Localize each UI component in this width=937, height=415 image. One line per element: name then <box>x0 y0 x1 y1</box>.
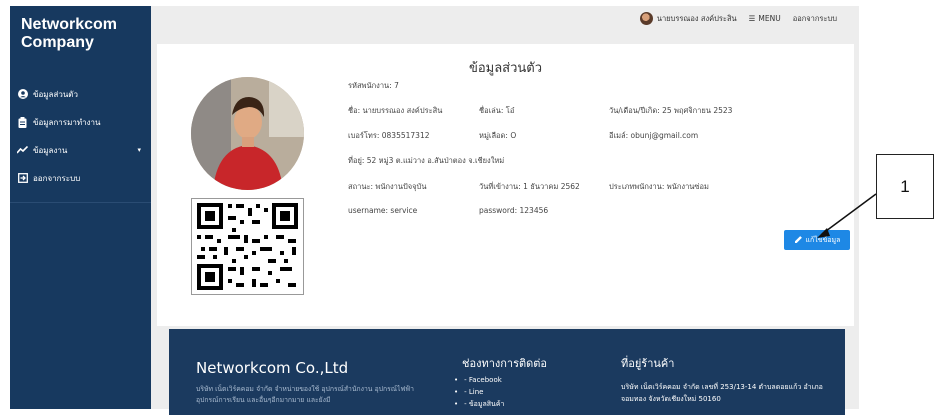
footer-address-title: ที่อยู่ร้านค้า <box>621 357 675 370</box>
main-content: นายบรรณอง สงค์ประสิน ☰ MENU ออกจากระบบ ข… <box>151 6 859 415</box>
clipboard-icon <box>17 116 28 128</box>
sidebar-item-label: ข้อมูลส่วนตัว <box>33 89 78 99</box>
footer-brand: Networkcom Co.,Ltd <box>196 359 349 377</box>
employee-birthdate: วัน/เดือน/ปีเกิด: 25 พฤศจิกายน 2523 <box>609 106 733 115</box>
sidebar-nav: ข้อมูลส่วนตัว ข้อมูลการมาทำงาน ข้อมูลงาน… <box>10 80 151 192</box>
edit-profile-label: แก้ไขข้อมูล <box>805 235 841 244</box>
sidebar-item-work[interactable]: ข้อมูลงาน ▾ <box>10 136 151 164</box>
screenshot-frame: Networkcom Company ข้อมูลส่วนตัว ข้อมูลก… <box>0 0 937 415</box>
employee-nickname: ชื่อเล่น: โอ๋ <box>479 106 515 115</box>
sidebar-item-attendance[interactable]: ข้อมูลการมาทำงาน <box>10 108 151 136</box>
footer-link-line[interactable]: - Line <box>454 386 504 398</box>
page-title: ข้อมูลส่วนตัว <box>468 61 543 76</box>
employee-id: รหัสพนักงาน: 7 <box>348 81 399 90</box>
menu-button[interactable]: ☰ MENU <box>749 14 781 23</box>
employee-phone: เบอร์โทร: 0835517312 <box>348 131 430 140</box>
sidebar-item-profile[interactable]: ข้อมูลส่วนตัว <box>10 80 151 108</box>
sidebar-divider <box>10 202 151 203</box>
sidebar-item-label: ข้อมูลงาน <box>33 145 68 155</box>
annotation-callout-box: 1 <box>876 154 934 219</box>
caret-down-icon: ▾ <box>137 146 141 154</box>
chart-line-icon <box>17 145 28 156</box>
user-circle-icon <box>17 89 28 100</box>
footer-contact-list: - Facebook - Line - ข้อมูลสินค้า <box>454 374 504 410</box>
footer-address: บริษัท เน็ตเวิร์คคอม จำกัด เลขที่ 253/13… <box>621 383 823 403</box>
logout-link[interactable]: ออกจากระบบ <box>793 13 837 25</box>
employee-address: ที่อยู่: 52 หมู่3 ต.แม่วาง อ.สันป่าตอง จ… <box>348 156 505 165</box>
menu-icon: ☰ <box>748 14 756 23</box>
brand-logo-text[interactable]: Networkcom Company <box>21 16 117 52</box>
employee-password: password: 123456 <box>479 206 549 215</box>
footer-link-facebook[interactable]: - Facebook <box>454 374 504 386</box>
brand-line-1: Networkcom <box>21 16 118 33</box>
employee-status: สถานะ: พนักงานปัจจุบัน <box>348 182 427 191</box>
avatar <box>639 12 653 25</box>
top-bar: นายบรรณอง สงค์ประสิน ☰ MENU ออกจากระบบ <box>151 6 859 36</box>
footer-link-products[interactable]: - ข้อมูลสินค้า <box>454 398 504 410</box>
employee-type: ประเภทพนักงาน: พนักงานซ่อม <box>609 182 709 191</box>
footer-contact-title: ช่องทางการติดต่อ <box>462 357 548 370</box>
employee-name: ชื่อ: นายบรรณอง สงค์ประสิน <box>348 106 443 115</box>
annotation-number: 1 <box>900 176 910 196</box>
user-menu[interactable]: นายบรรณอง สงค์ประสิน <box>639 12 737 25</box>
site-footer: Networkcom Co.,Ltd บริษัท เน็ตเวิร์คคอม … <box>169 329 845 415</box>
sidebar: Networkcom Company ข้อมูลส่วนตัว ข้อมูลก… <box>10 6 151 409</box>
user-name: นายบรรณอง สงค์ประสิน <box>656 13 737 23</box>
brand-line-2: Company <box>21 34 94 51</box>
menu-label: MENU <box>758 14 781 23</box>
edit-profile-button[interactable]: แก้ไขข้อมูล <box>784 230 850 250</box>
pencil-icon <box>794 235 803 246</box>
employee-start-date: วันที่เข้างาน: 1 ธันวาคม 2562 <box>479 182 580 191</box>
sidebar-item-label: ข้อมูลการมาทำงาน <box>33 117 101 127</box>
profile-card: ข้อมูลส่วนตัว รหัสพนักงาน: 7 ชื่อ: นายบร… <box>157 44 854 326</box>
profile-photo <box>191 77 304 190</box>
footer-description: บริษัท เน็ตเวิร์คคอม จำกัด จำหน่ายของใช้… <box>196 385 414 404</box>
sign-out-icon <box>17 173 28 184</box>
employee-email: อีเมล์: obunj@gmail.com <box>609 131 699 140</box>
sidebar-item-label: ออกจากระบบ <box>33 173 81 183</box>
sidebar-item-logout[interactable]: ออกจากระบบ <box>10 164 151 192</box>
employee-blood-type: หมู่เลือด: O <box>479 131 517 140</box>
employee-username: username: service <box>348 206 418 215</box>
qr-code <box>191 198 304 295</box>
